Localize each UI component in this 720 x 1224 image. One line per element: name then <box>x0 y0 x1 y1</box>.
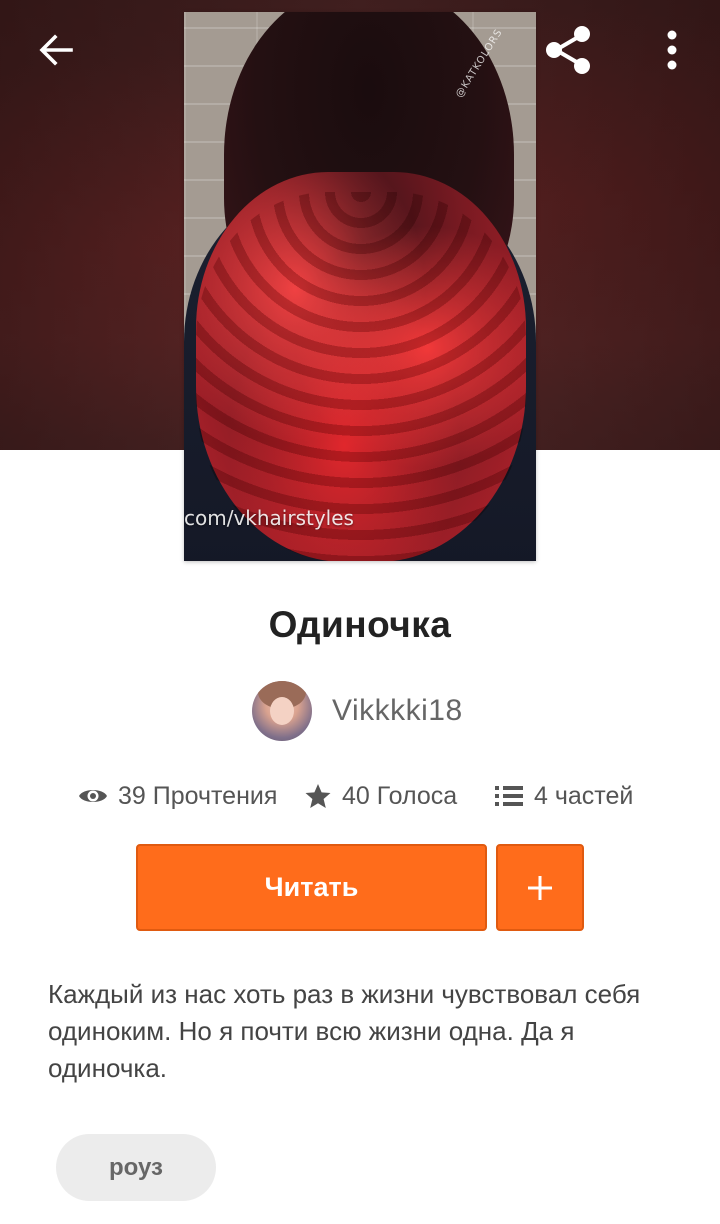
story-cover-image: @KATKOLORS com/vkhairstyles <box>184 12 536 561</box>
plus-icon <box>528 875 552 900</box>
reads-stat: 39 Прочтения <box>78 776 277 816</box>
add-to-library-button[interactable] <box>496 844 584 931</box>
eye-icon <box>79 790 107 802</box>
star-icon <box>305 784 331 808</box>
parts-count: 4 частей <box>534 781 634 810</box>
more-options-button[interactable] <box>642 20 702 80</box>
author-link[interactable]: Vikkkki18 <box>252 680 463 742</box>
share-button[interactable] <box>538 20 598 80</box>
votes-count: 40 Голоса <box>342 781 458 810</box>
tag-chip[interactable]: роуз <box>56 1134 216 1201</box>
more-vertical-icon <box>667 30 677 70</box>
author-avatar <box>252 681 312 741</box>
parts-stat: 4 частей <box>494 776 633 816</box>
read-button[interactable]: Читать <box>136 844 487 931</box>
share-icon <box>546 26 590 74</box>
arrow-left-icon <box>39 34 73 66</box>
story-description: Каждый из нас хоть раз в жизни чувствова… <box>48 979 641 1083</box>
back-button[interactable] <box>26 20 86 80</box>
reads-count: 39 Прочтения <box>118 781 278 810</box>
cover-watermark-bottom: com/vkhairstyles <box>184 506 354 530</box>
votes-stat: 40 Голоса <box>304 776 457 816</box>
story-stats: 39 Прочтения 40 Голоса 4 частей <box>0 776 720 816</box>
list-icon <box>495 786 523 806</box>
story-title: Одиночка <box>268 604 452 645</box>
author-name: Vikkkki18 <box>332 694 463 727</box>
